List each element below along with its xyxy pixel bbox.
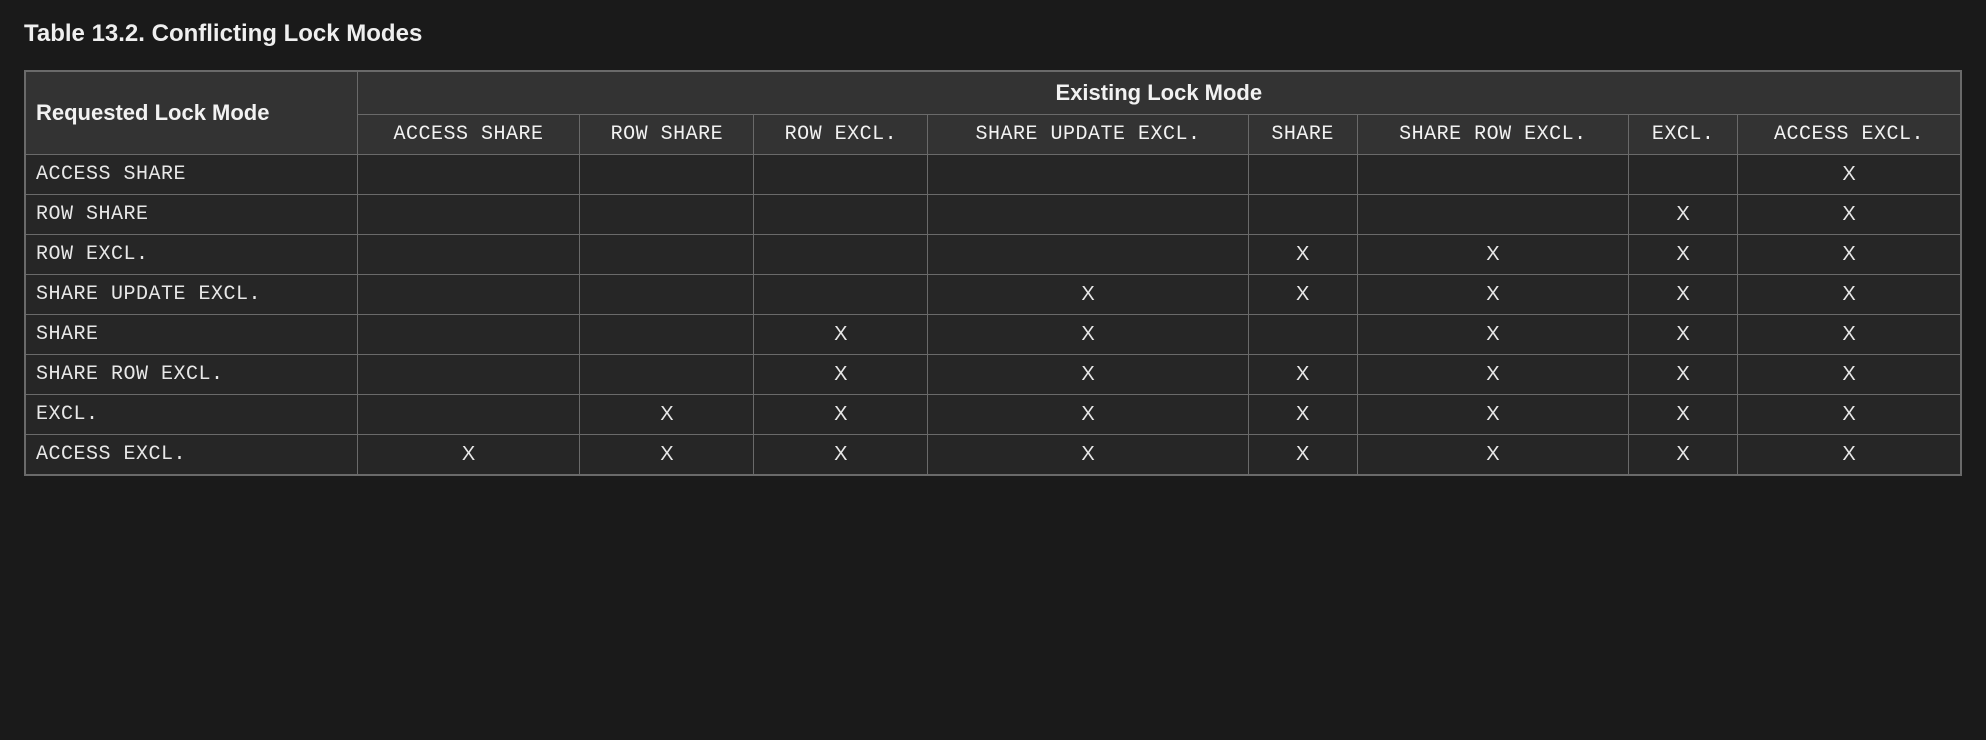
cell: X: [1629, 435, 1738, 476]
cell: [580, 235, 754, 275]
cell: [357, 155, 580, 195]
cell: X: [1248, 395, 1357, 435]
cell: X: [1357, 435, 1629, 476]
cell: [357, 235, 580, 275]
column-header: ACCESS SHARE: [357, 115, 580, 155]
corner-header: Requested Lock Mode: [25, 71, 357, 155]
cell: X: [754, 315, 928, 355]
cell: X: [928, 435, 1249, 476]
cell: X: [1357, 235, 1629, 275]
cell: X: [1737, 275, 1961, 315]
cell: X: [1737, 195, 1961, 235]
cell: X: [580, 435, 754, 476]
cell: [357, 275, 580, 315]
cell: [928, 235, 1249, 275]
cell: X: [1357, 275, 1629, 315]
cell: X: [1629, 355, 1738, 395]
cell: [580, 315, 754, 355]
cell: [580, 275, 754, 315]
column-header: SHARE UPDATE EXCL.: [928, 115, 1249, 155]
cell: [1357, 155, 1629, 195]
cell: [580, 195, 754, 235]
table-body: ACCESS SHAREXROW SHAREXXROW EXCL.XXXXSHA…: [25, 155, 1961, 476]
cell: X: [1248, 275, 1357, 315]
lock-mode-table: Requested Lock Mode Existing Lock Mode A…: [24, 70, 1962, 476]
cell: [928, 195, 1249, 235]
cell: X: [1629, 275, 1738, 315]
row-header: ACCESS EXCL.: [25, 435, 357, 476]
cell: [1248, 195, 1357, 235]
cell: X: [1737, 395, 1961, 435]
table-row: SHARE UPDATE EXCL.XXXXX: [25, 275, 1961, 315]
table-head: Requested Lock Mode Existing Lock Mode A…: [25, 71, 1961, 155]
column-header: SHARE: [1248, 115, 1357, 155]
cell: X: [928, 315, 1249, 355]
cell: X: [1357, 355, 1629, 395]
row-header: EXCL.: [25, 395, 357, 435]
cell: X: [754, 395, 928, 435]
table-row: ROW EXCL.XXXX: [25, 235, 1961, 275]
table-row: SHAREXXXXX: [25, 315, 1961, 355]
table-row: ACCESS SHARE X: [25, 155, 1961, 195]
cell: [580, 355, 754, 395]
cell: [357, 395, 580, 435]
cell: X: [1629, 235, 1738, 275]
table-row: ACCESS EXCL.XXXXXXXX: [25, 435, 1961, 476]
cell: X: [754, 435, 928, 476]
cell: [754, 275, 928, 315]
column-header: ACCESS EXCL.: [1737, 115, 1961, 155]
cell: X: [1629, 395, 1738, 435]
cell: X: [754, 355, 928, 395]
cell: X: [1737, 315, 1961, 355]
column-header: ROW SHARE: [580, 115, 754, 155]
cell: [754, 155, 928, 195]
column-header: EXCL.: [1629, 115, 1738, 155]
cell: X: [1248, 235, 1357, 275]
table-row: EXCL.XXXXXXX: [25, 395, 1961, 435]
cell: X: [580, 395, 754, 435]
cell: [754, 195, 928, 235]
cell: X: [1357, 395, 1629, 435]
cell: [754, 235, 928, 275]
cell: X: [1629, 195, 1738, 235]
cell: X: [1248, 355, 1357, 395]
cell: [1629, 155, 1738, 195]
cell: X: [928, 355, 1249, 395]
row-header: SHARE ROW EXCL.: [25, 355, 357, 395]
cell: X: [1629, 315, 1738, 355]
row-header: SHARE UPDATE EXCL.: [25, 275, 357, 315]
cell: X: [1248, 435, 1357, 476]
cell: X: [928, 395, 1249, 435]
row-header: SHARE: [25, 315, 357, 355]
table-row: ROW SHARE XX: [25, 195, 1961, 235]
row-header: ACCESS SHARE: [25, 155, 357, 195]
table-row: SHARE ROW EXCL.XXXXXX: [25, 355, 1961, 395]
column-header: SHARE ROW EXCL.: [1357, 115, 1629, 155]
column-header: ROW EXCL.: [754, 115, 928, 155]
cell: X: [1737, 435, 1961, 476]
cell: [357, 315, 580, 355]
row-header: ROW SHARE: [25, 195, 357, 235]
cell: X: [1737, 235, 1961, 275]
cell: [1357, 195, 1629, 235]
cell: X: [1357, 315, 1629, 355]
cell: X: [1737, 155, 1961, 195]
cell: X: [357, 435, 580, 476]
cell: X: [928, 275, 1249, 315]
table-caption: Table 13.2. Conflicting Lock Modes: [24, 20, 1962, 48]
cell: X: [1737, 355, 1961, 395]
cell: [928, 155, 1249, 195]
cell: [357, 355, 580, 395]
cell: [1248, 155, 1357, 195]
cell: [580, 155, 754, 195]
super-column-header: Existing Lock Mode: [357, 71, 1961, 115]
cell: [357, 195, 580, 235]
row-header: ROW EXCL.: [25, 235, 357, 275]
cell: [1248, 315, 1357, 355]
